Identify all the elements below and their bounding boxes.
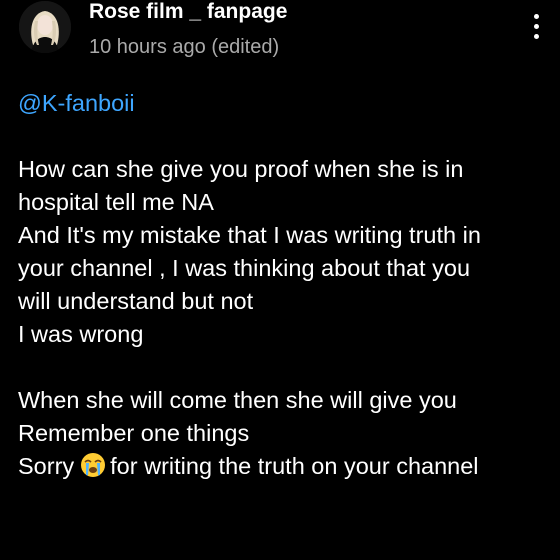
loudly-crying-face-icon: [80, 452, 106, 478]
comment-line: will understand but not: [18, 288, 254, 314]
comment-line-last: Sorry for writing the truth on your chan…: [18, 450, 548, 483]
comment-text: for writing the truth on your channel: [110, 453, 479, 479]
comment-author[interactable]: Rose film _ fanpage: [89, 0, 287, 24]
comment-line: I was wrong: [18, 321, 144, 347]
avatar-image: [19, 1, 71, 53]
comment-line: When she will come then she will give yo…: [18, 387, 457, 413]
more-options-button[interactable]: [524, 12, 548, 42]
comment-line: Remember one things: [18, 420, 250, 446]
comment-timestamp: 10 hours ago (edited): [89, 36, 280, 58]
vertical-ellipsis-icon-dot: [534, 34, 539, 39]
avatar[interactable]: [19, 1, 71, 53]
comment-line: And It's my mistake that I was writing t…: [18, 222, 481, 248]
vertical-ellipsis-icon-dot: [534, 14, 539, 19]
comment-line: hospital tell me NA: [18, 189, 214, 215]
comment-line: your channel , I was thinking about that…: [18, 255, 471, 281]
comment-body: @K-fanboii How can she give you proof wh…: [18, 87, 548, 483]
vertical-ellipsis-icon-dot: [534, 24, 539, 29]
comment-card: Rose film _ fanpage 10 hours ago (edited…: [0, 0, 560, 560]
user-mention-link[interactable]: @K-fanboii: [18, 87, 548, 120]
comment-line: How can she give you proof when she is i…: [18, 156, 464, 182]
comment-text: Sorry: [18, 453, 75, 479]
